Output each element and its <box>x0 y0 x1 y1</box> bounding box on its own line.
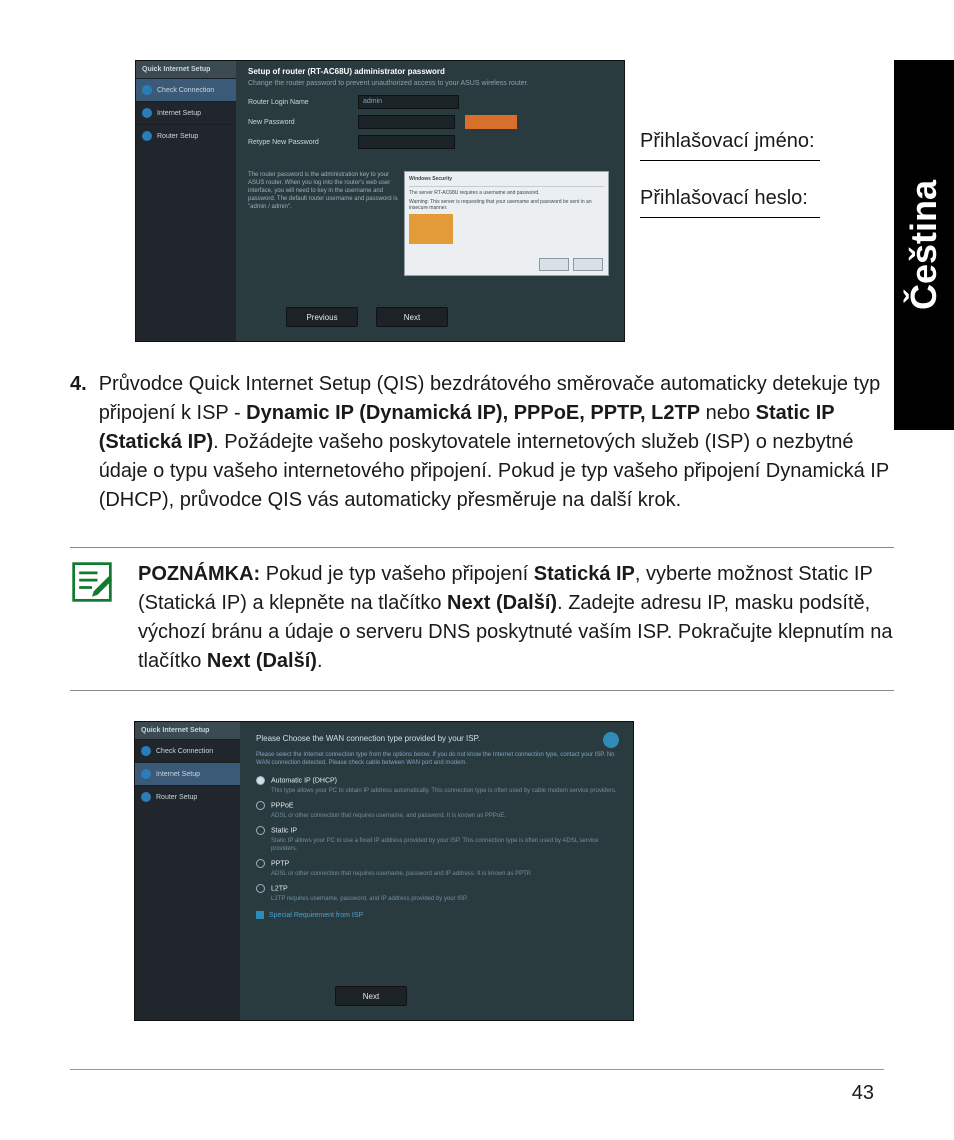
login-name-field-label: Router Login Name <box>248 99 358 106</box>
help-text: The router password is the administratio… <box>248 171 403 211</box>
sidebar-item-router-setup[interactable]: Router Setup <box>135 785 240 808</box>
step-dot-icon <box>142 85 152 95</box>
option-label: Automatic IP (DHCP) <box>271 777 337 784</box>
radio-icon <box>256 776 265 785</box>
pane2-intro: Please select the Internet connection ty… <box>256 751 617 768</box>
login-name-line <box>640 159 820 161</box>
step-text: nebo <box>700 402 756 424</box>
step-body: Průvodce Quick Internet Setup (QIS) bezd… <box>99 370 894 515</box>
radio-icon <box>256 884 265 893</box>
next-button[interactable]: Next <box>335 986 407 1006</box>
pane-subtitle: Change the router password to prevent un… <box>248 80 614 87</box>
sidebar-item-label: Router Setup <box>156 794 197 801</box>
sidebar-item-check-connection[interactable]: Check Connection <box>136 78 236 101</box>
dialog-text: The server RT-AC68U requires a username … <box>409 190 604 196</box>
note-bold: Next (Další) <box>207 650 317 672</box>
option-label: PPTP <box>271 861 289 868</box>
next-button[interactable]: Next <box>376 307 448 327</box>
login-name-input[interactable]: admin <box>358 95 459 109</box>
note-label: POZNÁMKA: <box>138 563 260 585</box>
qis-sidebar: Quick Internet Setup Check Connection In… <box>136 61 236 341</box>
retype-password-field-label: Retype New Password <box>248 139 358 146</box>
retype-password-input[interactable] <box>358 135 455 149</box>
sidebar-item-label: Check Connection <box>156 748 213 755</box>
option-desc: L2TP requires username, password, and IP… <box>271 895 617 903</box>
option-static-ip[interactable]: Static IP Static IP allows your PC to use… <box>256 826 617 853</box>
option-label: L2TP <box>271 886 288 893</box>
step-number: 4. <box>70 370 87 515</box>
step-bold: Dynamic IP (Dynamická IP), PPPoE, PPTP, … <box>246 402 700 424</box>
dialog-title: Windows Security <box>409 176 604 182</box>
isp-requirement-checkbox[interactable]: Special Requirement from ISP <box>256 911 617 919</box>
option-dhcp[interactable]: Automatic IP (DHCP) This type allows your… <box>256 776 617 795</box>
sidebar-item-label: Internet Setup <box>157 110 201 117</box>
step-dot-icon <box>142 131 152 141</box>
language-label: Čeština <box>903 180 945 310</box>
option-label: PPPoE <box>271 802 294 809</box>
language-tab: Čeština <box>894 60 954 430</box>
option-desc: ADSL or other connection that requires u… <box>271 870 617 878</box>
sidebar-item-internet-setup[interactable]: Internet Setup <box>135 762 240 785</box>
previous-button[interactable]: Previous <box>286 307 358 327</box>
sidebar-item-internet-setup[interactable]: Internet Setup <box>136 101 236 124</box>
radio-icon <box>256 801 265 810</box>
new-password-input[interactable] <box>358 115 455 129</box>
option-desc: Static IP allows your PC to use a fixed … <box>271 837 617 853</box>
step-dot-icon <box>141 769 151 779</box>
note-span: Pokud je typ vašeho připojení <box>260 563 534 585</box>
step-dot-icon <box>141 746 151 756</box>
credential-fields: Přihlašovací jméno: Přihlašovací heslo: <box>640 130 860 244</box>
dialog-image-icon <box>409 214 453 244</box>
checkbox-icon <box>256 911 264 919</box>
step-dot-icon <box>141 792 151 802</box>
page-number: 43 <box>852 1082 874 1105</box>
sidebar-item-label: Internet Setup <box>156 771 200 778</box>
sidebar-header: Quick Internet Setup <box>135 722 240 739</box>
option-desc: ADSL or other connection that requires u… <box>271 812 617 820</box>
radio-icon <box>256 859 265 868</box>
qis-sidebar: Quick Internet Setup Check Connection In… <box>135 722 240 1020</box>
step-4: 4. Průvodce Quick Internet Setup (QIS) b… <box>70 370 894 515</box>
password-form: Router Login Nameadmin New Password Rety… <box>248 95 614 149</box>
dialog-warning: Warning: This server is requesting that … <box>409 199 604 211</box>
footer-rule <box>70 1069 884 1070</box>
login-name-label: Přihlašovací jméno: <box>640 130 860 153</box>
option-desc: This type allows your PC to obtain IP ad… <box>271 787 617 795</box>
info-icon[interactable] <box>603 732 619 748</box>
note-block: POZNÁMKA: Pokud je typ vašeho připojení … <box>70 547 894 691</box>
screenshot-wan-type: Quick Internet Setup Check Connection In… <box>134 721 634 1021</box>
note-bold: Next (Další) <box>447 592 557 614</box>
pane-title: Setup of router (RT-AC68U) administrator… <box>248 67 614 76</box>
step-dot-icon <box>142 108 152 118</box>
option-label: Static IP <box>271 827 297 834</box>
sidebar-header: Quick Internet Setup <box>136 61 236 78</box>
wan-type-pane: Please Choose the WAN connection type pr… <box>240 722 633 1020</box>
new-password-field-label: New Password <box>248 119 358 126</box>
sidebar-item-router-setup[interactable]: Router Setup <box>136 124 236 147</box>
login-password-label: Přihlašovací heslo: <box>640 187 860 210</box>
strength-badge <box>465 115 517 129</box>
note-text: POZNÁMKA: Pokud je typ vašeho připojení … <box>138 560 894 676</box>
note-bold: Statická IP <box>534 563 635 585</box>
radio-icon <box>256 826 265 835</box>
login-password-line <box>640 216 820 218</box>
security-dialog: Windows Security The server RT-AC68U req… <box>404 171 609 276</box>
option-l2tp[interactable]: L2TP L2TP requires username, password, an… <box>256 884 617 903</box>
sidebar-item-label: Router Setup <box>157 133 198 140</box>
note-icon <box>70 560 114 604</box>
sidebar-item-check-connection[interactable]: Check Connection <box>135 739 240 762</box>
option-pptp[interactable]: PPTP ADSL or other connection that requir… <box>256 859 617 878</box>
screenshot-admin-password: Quick Internet Setup Check Connection In… <box>135 60 625 342</box>
dialog-cancel-button[interactable] <box>573 258 603 271</box>
note-span: . <box>317 650 323 672</box>
option-pppoe[interactable]: PPPoE ADSL or other connection that requi… <box>256 801 617 820</box>
sidebar-item-label: Check Connection <box>157 87 214 94</box>
step-text: . Požádejte vašeho poskytovatele interne… <box>99 431 889 511</box>
checkbox-label: Special Requirement from ISP <box>269 912 363 919</box>
dialog-ok-button[interactable] <box>539 258 569 271</box>
pane2-title: Please Choose the WAN connection type pr… <box>256 734 617 743</box>
